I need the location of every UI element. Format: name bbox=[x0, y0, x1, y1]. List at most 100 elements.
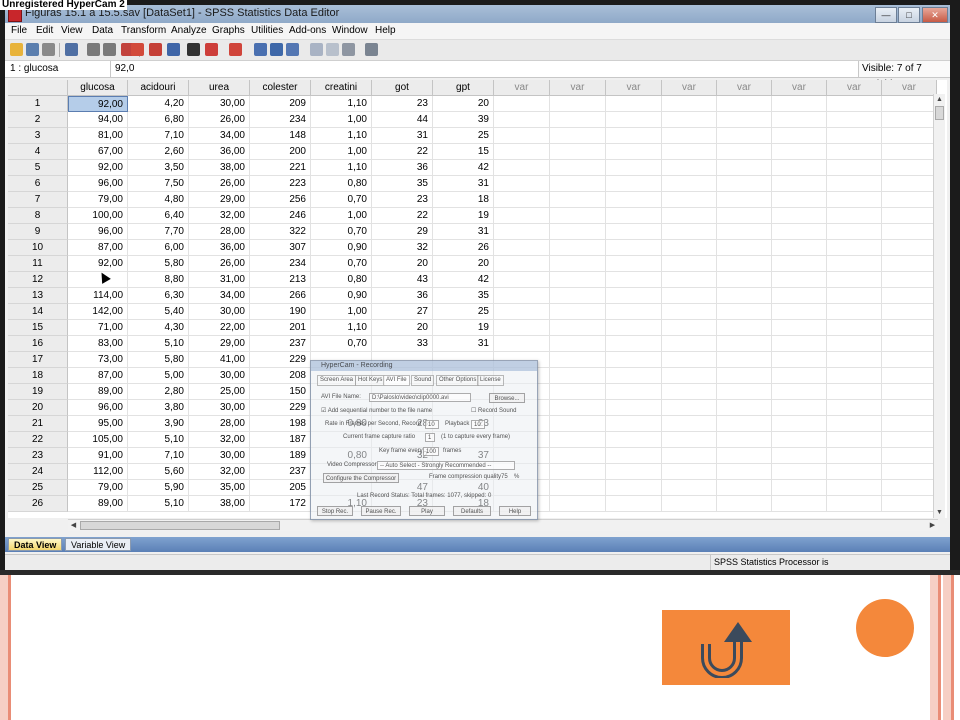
dialog-tab-sound[interactable]: Sound bbox=[411, 375, 435, 386]
table-cell[interactable]: 92,00 bbox=[68, 256, 128, 272]
table-cell[interactable]: 73,00 bbox=[68, 352, 128, 368]
scroll-up-icon[interactable]: ▲ bbox=[934, 94, 945, 105]
table-cell[interactable] bbox=[662, 208, 717, 224]
table-cell[interactable]: 6,30 bbox=[128, 288, 189, 304]
table-cell[interactable] bbox=[494, 288, 550, 304]
table-cell[interactable] bbox=[772, 368, 827, 384]
table-cell[interactable]: 35 bbox=[433, 288, 494, 304]
table-cell[interactable] bbox=[606, 464, 662, 480]
table-cell[interactable]: 38,00 bbox=[189, 160, 250, 176]
table-cell[interactable] bbox=[662, 480, 717, 496]
table-cell[interactable] bbox=[882, 224, 937, 240]
table-cell[interactable] bbox=[606, 256, 662, 272]
defaults-button[interactable]: Defaults bbox=[453, 506, 491, 516]
table-cell[interactable] bbox=[827, 96, 882, 112]
table-cell[interactable] bbox=[606, 224, 662, 240]
table-cell[interactable] bbox=[717, 368, 772, 384]
menu-view[interactable]: View bbox=[61, 25, 83, 36]
table-cell[interactable]: 67,00 bbox=[68, 144, 128, 160]
open-folder-icon[interactable] bbox=[10, 43, 23, 56]
table-cell[interactable] bbox=[772, 448, 827, 464]
table-cell[interactable]: 0,90 bbox=[311, 240, 372, 256]
table-cell[interactable] bbox=[550, 352, 606, 368]
table-cell[interactable] bbox=[606, 192, 662, 208]
table-cell[interactable]: 96,00 bbox=[68, 224, 128, 240]
row-header[interactable]: 21 bbox=[8, 416, 68, 432]
row-header[interactable]: 11 bbox=[8, 256, 68, 272]
table-cell[interactable]: 1,00 bbox=[311, 208, 372, 224]
table-cell[interactable] bbox=[882, 288, 937, 304]
table-cell[interactable]: 209 bbox=[250, 96, 311, 112]
record-sound-checkbox[interactable]: ☐ Record Sound bbox=[471, 407, 516, 414]
table-cell[interactable]: 95,00 bbox=[68, 416, 128, 432]
table-cell[interactable]: 87,00 bbox=[68, 240, 128, 256]
table-cell[interactable] bbox=[772, 432, 827, 448]
table-cell[interactable]: 172 bbox=[250, 496, 311, 512]
table-cell[interactable] bbox=[494, 272, 550, 288]
table-cell[interactable] bbox=[606, 144, 662, 160]
table-cell[interactable] bbox=[882, 240, 937, 256]
row-header[interactable]: 3 bbox=[8, 128, 68, 144]
video-compressor-select[interactable]: -- Auto Select - Strongly Recommended -- bbox=[377, 461, 515, 470]
column-header-urea[interactable]: urea bbox=[189, 80, 250, 96]
dialog-tab-other-options[interactable]: Other Options bbox=[436, 375, 480, 386]
table-cell[interactable] bbox=[550, 400, 606, 416]
table-cell[interactable] bbox=[717, 384, 772, 400]
table-cell[interactable] bbox=[772, 96, 827, 112]
table-cell[interactable] bbox=[662, 432, 717, 448]
row-header[interactable]: 19 bbox=[8, 384, 68, 400]
table-cell[interactable]: 42 bbox=[433, 160, 494, 176]
row-header[interactable]: 5 bbox=[8, 160, 68, 176]
row-header[interactable]: 18 bbox=[8, 368, 68, 384]
table-cell[interactable]: 96,00 bbox=[68, 400, 128, 416]
horizontal-scroll-thumb[interactable] bbox=[80, 521, 280, 530]
add-sequential-checkbox[interactable]: ☑ Add sequential number to the file name bbox=[321, 407, 432, 414]
table-cell[interactable]: 205 bbox=[250, 480, 311, 496]
table-cell[interactable] bbox=[550, 464, 606, 480]
table-cell[interactable] bbox=[550, 432, 606, 448]
table-cell[interactable] bbox=[827, 144, 882, 160]
column-header-glucosa[interactable]: glucosa bbox=[68, 80, 128, 96]
table-cell[interactable] bbox=[882, 96, 937, 112]
table-cell[interactable]: 0,80 bbox=[311, 176, 372, 192]
undo-icon[interactable] bbox=[87, 43, 100, 56]
table-cell[interactable]: 150 bbox=[250, 384, 311, 400]
maximize-button[interactable]: □ bbox=[898, 7, 920, 23]
table-cell[interactable]: 39 bbox=[433, 112, 494, 128]
table-cell[interactable]: 5,00 bbox=[128, 368, 189, 384]
table-cell[interactable]: 30,00 bbox=[189, 400, 250, 416]
table-cell[interactable] bbox=[717, 288, 772, 304]
table-cell[interactable]: 22 bbox=[372, 144, 433, 160]
table-cell[interactable] bbox=[494, 112, 550, 128]
table-cell[interactable] bbox=[882, 304, 937, 320]
row-header[interactable]: 20 bbox=[8, 400, 68, 416]
table-cell[interactable]: 30,00 bbox=[189, 96, 250, 112]
table-cell[interactable] bbox=[827, 432, 882, 448]
table-cell[interactable]: 20 bbox=[433, 256, 494, 272]
row-header[interactable]: 1 bbox=[8, 96, 68, 112]
row-header[interactable]: 8 bbox=[8, 208, 68, 224]
table-cell[interactable]: 31 bbox=[372, 128, 433, 144]
table-cell[interactable] bbox=[606, 416, 662, 432]
horizontal-scrollbar[interactable]: ◀ ▶ bbox=[68, 519, 938, 531]
table-cell[interactable]: 229 bbox=[250, 352, 311, 368]
table-cell[interactable]: 237 bbox=[250, 464, 311, 480]
table-cell[interactable] bbox=[772, 336, 827, 352]
table-cell[interactable] bbox=[662, 144, 717, 160]
table-cell[interactable] bbox=[550, 448, 606, 464]
table-cell[interactable] bbox=[882, 112, 937, 128]
table-cell[interactable] bbox=[717, 336, 772, 352]
table-cell[interactable] bbox=[827, 496, 882, 512]
spell-check-icon[interactable] bbox=[326, 43, 339, 56]
table-cell[interactable]: 36 bbox=[372, 160, 433, 176]
table-cell[interactable] bbox=[606, 272, 662, 288]
table-cell[interactable] bbox=[827, 384, 882, 400]
table-cell[interactable]: 22 bbox=[372, 208, 433, 224]
table-cell[interactable]: 5,40 bbox=[128, 304, 189, 320]
stop-rec-button[interactable]: Stop Rec. bbox=[317, 506, 353, 516]
column-header-var[interactable]: var bbox=[662, 80, 717, 96]
table-cell[interactable] bbox=[662, 96, 717, 112]
table-cell[interactable]: 105,00 bbox=[68, 432, 128, 448]
table-cell[interactable] bbox=[662, 256, 717, 272]
table-cell[interactable]: 87,00 bbox=[68, 368, 128, 384]
